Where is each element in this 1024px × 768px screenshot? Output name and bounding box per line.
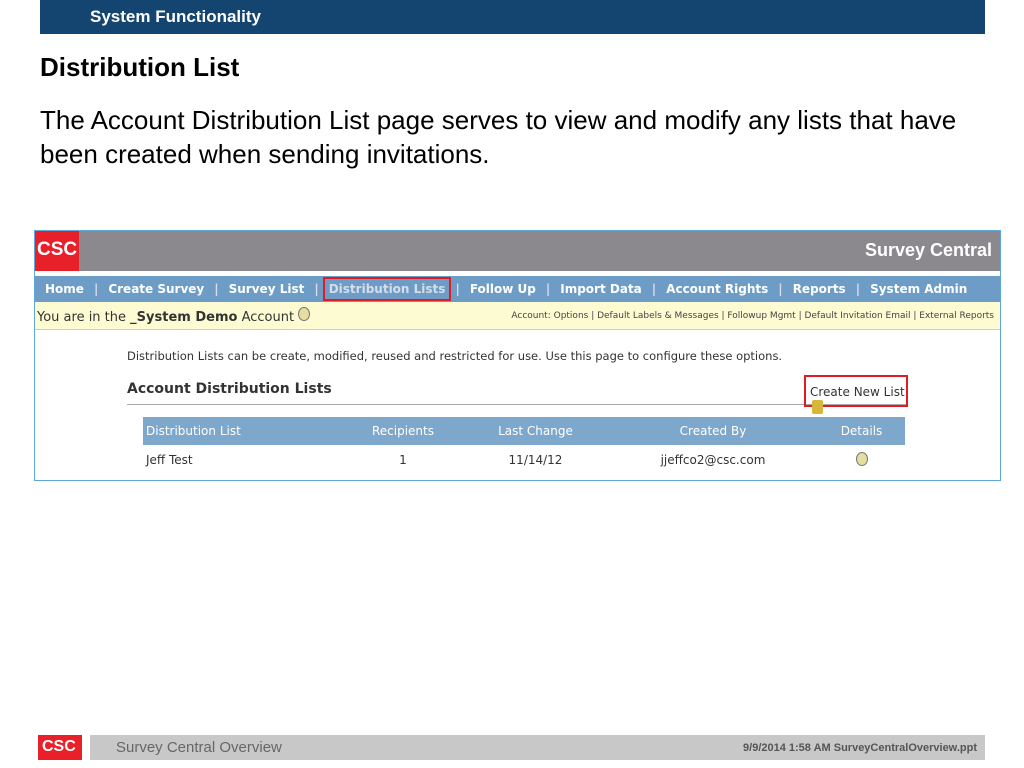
footer-meta: 9/9/2014 1:58 AM SurveyCentralOverview.p… — [743, 742, 977, 754]
divider — [127, 404, 907, 405]
new-list-icon — [812, 399, 823, 414]
nav-follow-up[interactable]: Follow Up — [464, 277, 542, 301]
footer-logo: CSC — [38, 735, 82, 760]
section-heading: Account Distribution Lists — [127, 381, 332, 397]
nav-import-data[interactable]: Import Data — [554, 277, 648, 301]
account-name: _System Demo — [130, 310, 238, 325]
main-nav: Home | Create Survey | Survey List | Distri… — [35, 276, 1000, 302]
nav-distribution-lists[interactable]: Distribution Lists — [322, 277, 452, 301]
col-distribution-list: Distribution List — [143, 417, 343, 445]
col-created-by: Created By — [608, 417, 818, 445]
col-last-change: Last Change — [463, 417, 608, 445]
nav-system-admin[interactable]: System Admin — [864, 277, 973, 301]
footer-bar: Survey Central Overview 9/9/2014 1:58 AM… — [90, 735, 985, 760]
app-name: Survey Central — [864, 240, 992, 260]
slide-header-bar: System Functionality — [40, 0, 985, 34]
app-screenshot: CSC Survey Central Home | Create Survey | … — [34, 230, 1001, 481]
create-new-list-button[interactable]: Create New List — [804, 375, 908, 414]
account-info-icon[interactable] — [298, 307, 311, 321]
col-details: Details — [818, 417, 905, 445]
nav-account-rights[interactable]: Account Rights — [660, 277, 774, 301]
csc-logo: CSC — [35, 231, 79, 271]
page-description: Distribution Lists can be create, modifi… — [127, 349, 783, 363]
nav-reports[interactable]: Reports — [787, 277, 852, 301]
distribution-table: Distribution List Recipients Last Change… — [143, 417, 905, 475]
nav-home[interactable]: Home — [39, 277, 90, 301]
footer-title: Survey Central Overview — [116, 739, 282, 756]
col-recipients: Recipients — [343, 417, 463, 445]
slide-body: The Account Distribution List page serve… — [40, 105, 957, 169]
section-title: System Functionality — [90, 7, 261, 26]
nav-survey-list[interactable]: Survey List — [223, 277, 311, 301]
account-links[interactable]: Account: Options | Default Labels & Mess… — [511, 311, 994, 321]
app-header: CSC Survey Central — [35, 231, 1000, 271]
account-bar: You are in the _System Demo Account Acco… — [35, 302, 1000, 330]
slide-title: Distribution List — [40, 52, 240, 82]
details-icon[interactable] — [855, 451, 868, 466]
table-row: Jeff Test 1 11/14/12 jjeffco2@csc.com — [143, 445, 905, 475]
nav-create-survey[interactable]: Create Survey — [102, 277, 210, 301]
